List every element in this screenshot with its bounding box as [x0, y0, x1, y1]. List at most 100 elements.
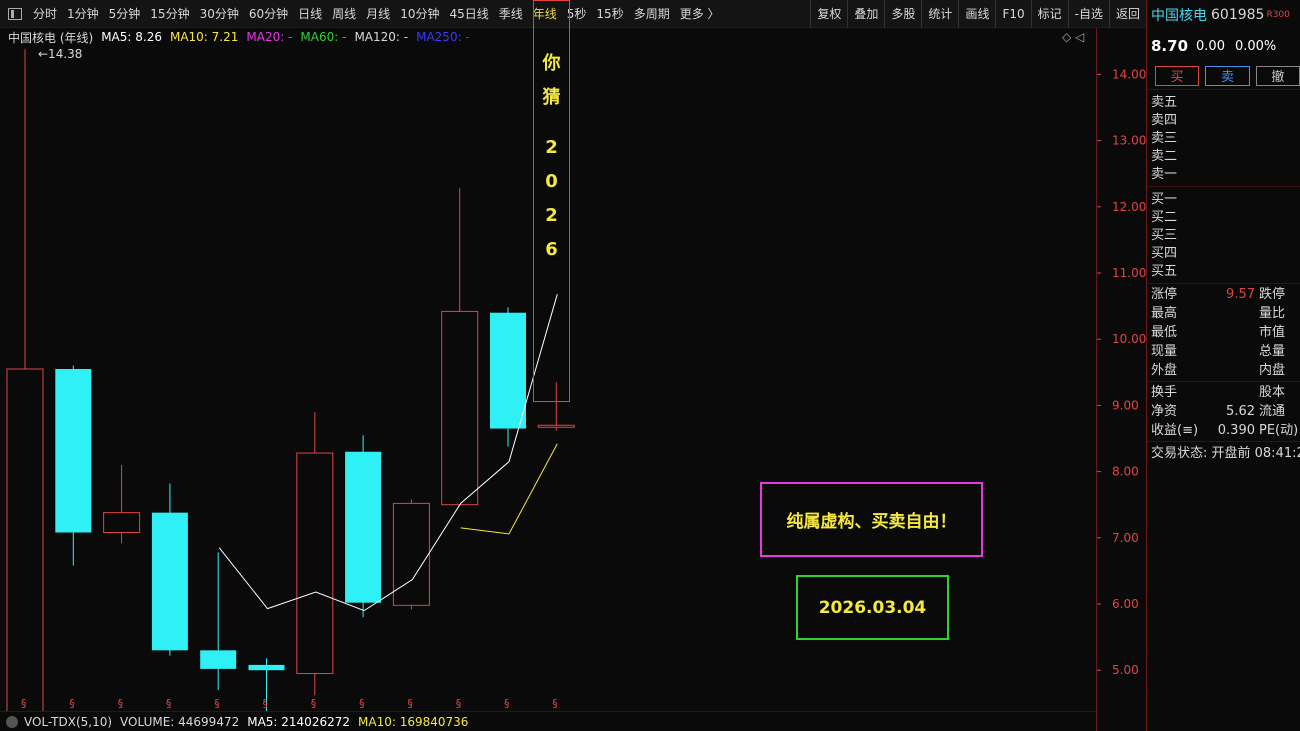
legend-ma250: MA250: - — [416, 30, 470, 44]
legend-ma10: MA10: 7.21 — [169, 30, 239, 44]
stock-code: 601985 — [1211, 7, 1265, 23]
toolbar-button[interactable]: 画线 — [958, 0, 995, 28]
toolbar-button[interactable]: 统计 — [921, 0, 958, 28]
toolbar-button[interactable]: F10 — [995, 0, 1030, 28]
candle-marker: § — [407, 697, 413, 710]
period-tab[interactable]: 1分钟 — [62, 0, 104, 28]
period-tab[interactable]: 30分钟 — [195, 0, 244, 28]
stat-key: 量比 — [1259, 306, 1286, 321]
ask-level[interactable]: 卖三 — [1151, 130, 1300, 148]
candle-marker: § — [69, 697, 75, 710]
guess-char: 0 — [545, 171, 558, 192]
period-tab[interactable]: 5分钟 — [104, 0, 146, 28]
date-text: 2026.03.04 — [818, 597, 927, 618]
period-tab[interactable]: 分时 — [28, 0, 62, 28]
last-price: 8.70 — [1151, 37, 1189, 55]
period-tab[interactable]: 多周期 — [629, 0, 675, 28]
stat-row: 涨停 9.57 跌停 — [1147, 285, 1300, 304]
stat-key: 净资 — [1151, 404, 1178, 419]
bid-level[interactable]: 买一 — [1151, 191, 1300, 209]
stat-key: 总量 — [1259, 344, 1286, 359]
y-tick-label: 6.00 — [1112, 597, 1139, 611]
period-tab[interactable]: 15分钟 — [145, 0, 194, 28]
toolbar-button[interactable]: -自选 — [1067, 0, 1109, 28]
ask-level[interactable]: 卖五 — [1151, 94, 1300, 112]
candle-marker: § — [359, 697, 365, 710]
bid-level[interactable]: 买四 — [1151, 245, 1300, 263]
stat-key: 涨停 — [1151, 287, 1178, 302]
y-tick-label: 12.00 — [1112, 200, 1146, 214]
candle-marker: § — [504, 697, 510, 710]
toolbar-button[interactable]: 标记 — [1030, 0, 1068, 28]
stat-key: 收益(≡) — [1151, 423, 1199, 438]
volume-indicator-bar: VOL-TDX(5,10) VOLUME: 44699472 MA5: 2140… — [0, 711, 1096, 731]
period-tab[interactable]: 月线 — [361, 0, 395, 28]
bid-level[interactable]: 买二 — [1151, 209, 1300, 227]
candle-body — [6, 368, 44, 711]
ask-level[interactable]: 卖一 — [1151, 166, 1300, 184]
quote-panel: 中国核电 601985 R300 8.70 0.00 0.00% 买 卖 撤 卖… — [1146, 0, 1300, 731]
stat-key: 市值 — [1259, 325, 1286, 340]
stock-name[interactable]: 中国核电 — [1151, 5, 1207, 25]
ask-level[interactable]: 卖四 — [1151, 112, 1300, 130]
stat-value: 5.62 — [1226, 404, 1255, 419]
toolbar-button[interactable]: 返回 — [1108, 0, 1146, 28]
volume-label[interactable]: VOL-TDX(5,10) — [24, 715, 112, 729]
index-tag-badge: R300 — [1266, 10, 1290, 20]
y-tick-label: 10.00 — [1112, 332, 1146, 346]
candle-marker: § — [118, 697, 124, 710]
stat-value: 0.390 — [1217, 423, 1255, 438]
stat-key: 流通 — [1259, 404, 1286, 419]
stat-row: 净资 5.62 流通 — [1147, 402, 1300, 421]
guess-annotation-box: 你猜 2 0 2 6 — [533, 0, 570, 402]
period-tab[interactable]: 季线 — [494, 0, 528, 28]
y-tick-label: 13.00 — [1112, 134, 1146, 148]
buy-button[interactable]: 买 — [1155, 65, 1200, 86]
candle-marker: § — [263, 697, 269, 710]
period-tab[interactable]: 10分钟 — [395, 0, 444, 28]
stat-value — [1195, 323, 1255, 342]
candle-body — [200, 650, 237, 669]
ma-legend: 中国核电 (年线) MA5: 8.26 MA10: 7.21 MA20: - M… — [0, 28, 470, 46]
kline-chart[interactable]: 4.005.006.007.008.009.0010.0011.0012.001… — [0, 46, 1146, 711]
candle-body — [537, 424, 575, 428]
indicator-menu-icon[interactable] — [6, 715, 18, 728]
toolbar-button[interactable]: 多股 — [884, 0, 921, 28]
ask-book: 卖五 卖四 卖三 卖二 卖一 — [1147, 90, 1300, 187]
period-tab[interactable]: 15秒 — [591, 0, 628, 28]
stat-key: 股本 — [1259, 385, 1286, 400]
toolbar-button[interactable]: 叠加 — [847, 0, 884, 28]
legend-controls[interactable]: ◇ ◁ — [1062, 30, 1084, 44]
panel-toggle-icon[interactable] — [8, 7, 22, 20]
stat-key: 现量 — [1151, 344, 1178, 359]
stat-value — [1195, 304, 1255, 323]
bid-book: 买一 买二 买三 买四 买五 — [1147, 187, 1300, 284]
stat-value — [1195, 342, 1255, 361]
price-change: 0.00 — [1196, 38, 1225, 54]
period-tab[interactable]: 45日线 — [444, 0, 493, 28]
period-tab[interactable]: 更多 〉 — [675, 0, 725, 28]
period-toolbar: 分时 1分钟 5分钟 15分钟 30分钟 60分钟 日线 周线 月线 10分钟 45日线 季线 年线 5秒… — [0, 0, 1146, 28]
period-tab[interactable]: 日线 — [293, 0, 327, 28]
y-tick-label: 11.00 — [1112, 266, 1146, 280]
price-change-pct: 0.00% — [1234, 38, 1277, 54]
period-tab[interactable]: 60分钟 — [244, 0, 293, 28]
candle-marker: § — [21, 697, 27, 710]
candle-body — [55, 368, 92, 533]
stat-row: 最高 量比 — [1147, 304, 1300, 323]
ask-level[interactable]: 卖二 — [1151, 148, 1300, 166]
bid-level[interactable]: 买三 — [1151, 227, 1300, 245]
stat-value — [1195, 383, 1255, 402]
guess-char: 2 — [545, 137, 558, 158]
sell-button[interactable]: 卖 — [1205, 65, 1250, 86]
cancel-button[interactable]: 撤 — [1255, 65, 1300, 86]
trade-status: 交易状态: 开盘前 08:41:2 — [1151, 446, 1300, 461]
period-tab[interactable]: 周线 — [327, 0, 361, 28]
guess-char: 6 — [545, 239, 558, 260]
y-tick-label: 5.00 — [1112, 663, 1139, 677]
stat-row: 现量 总量 — [1147, 342, 1300, 361]
toolbar-actions: 复权 叠加 多股 统计 画线 F10 标记 -自选 返回 — [810, 0, 1146, 28]
bid-level[interactable]: 买五 — [1151, 263, 1300, 281]
guess-char: 2 — [545, 205, 558, 226]
toolbar-button[interactable]: 复权 — [810, 0, 847, 28]
